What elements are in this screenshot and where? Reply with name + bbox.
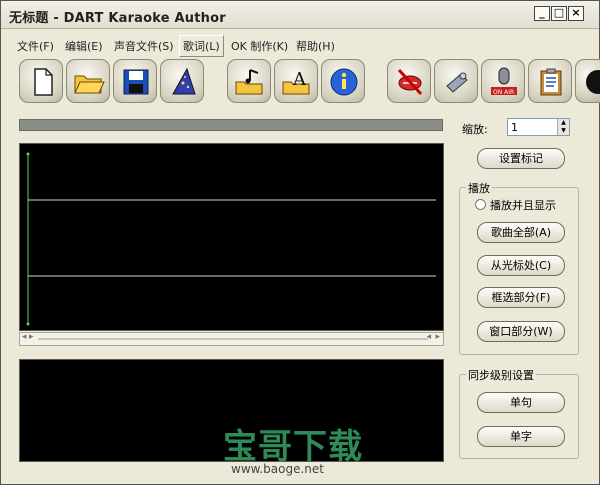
menu-ok-make[interactable]: OK 制作(K)	[231, 38, 288, 54]
save-icon	[123, 69, 149, 95]
menu-bar: 文件(F) 编辑(E) 声音文件(S) 歌词(L) OK 制作(K) 帮助(H)	[1, 34, 599, 57]
info-button[interactable]	[321, 59, 365, 103]
maximize-button[interactable]: □	[551, 6, 567, 21]
menu-edit[interactable]: 编辑(E)	[65, 38, 103, 54]
window-title: 无标题 - DART Karaoke Author	[9, 11, 226, 26]
playback-group: 播放 播放并且显示 歌曲全部(A) 从光标处(C) 框选部分(F) 窗口部分(W…	[459, 180, 579, 355]
open-music-folder-icon	[235, 69, 263, 95]
single-line-button[interactable]: 单句	[477, 392, 565, 413]
new-file-button[interactable]	[19, 59, 63, 103]
new-file-icon	[34, 68, 53, 96]
cursor-marker-bottom	[26, 322, 30, 326]
play-and-show-radio[interactable]	[475, 199, 486, 210]
info-icon	[330, 68, 358, 96]
scroll-right-end-icon[interactable]: ▸	[435, 332, 440, 342]
sync-level-group-label: 同步级别设置	[466, 367, 536, 383]
waveform-canvas	[26, 152, 436, 326]
svg-text:ON AIR: ON AIR	[493, 89, 514, 96]
play-window-part-button[interactable]: 窗口部分(W)	[477, 321, 565, 342]
play-from-cursor-button[interactable]: 从光标处(C)	[477, 255, 565, 276]
waveform-view[interactable]	[19, 143, 444, 331]
on-air-button[interactable]: ON AIR	[481, 59, 525, 103]
position-bar[interactable]	[19, 119, 443, 131]
spin-down-icon[interactable]: ▼	[557, 127, 569, 135]
close-button[interactable]: ×	[568, 6, 584, 21]
open-font-button[interactable]: A	[274, 59, 318, 103]
set-marker-button[interactable]: 设置标记	[477, 148, 565, 169]
wizard-button[interactable]	[160, 59, 204, 103]
play-whole-song-button[interactable]: 歌曲全部(A)	[477, 222, 565, 243]
on-air-mic-icon: ON AIR	[491, 67, 517, 96]
mute-button[interactable]	[387, 59, 431, 103]
save-button[interactable]	[113, 59, 157, 103]
open-folder-icon	[74, 75, 105, 94]
open-font-folder-icon: A	[282, 69, 310, 95]
menu-help[interactable]: 帮助(H)	[296, 38, 335, 54]
title-bar[interactable]: 无标题 - DART Karaoke Author _ □ ×	[1, 1, 599, 29]
minimize-button[interactable]: _	[534, 6, 550, 21]
horizontal-scrollbar[interactable]: ◂ ▸ ◂ ▸	[19, 332, 444, 346]
toolbar: A ON AIR	[1, 59, 600, 111]
play-selection-button[interactable]: 框选部分(F)	[477, 287, 565, 308]
scroll-track[interactable]	[38, 338, 428, 340]
cursor-marker-top	[26, 152, 30, 156]
watermark-brand: 宝哥下载	[223, 427, 363, 467]
play-and-show-label[interactable]: 播放并且显示	[490, 197, 556, 213]
zoom-value[interactable]: 1	[511, 121, 518, 134]
clipboard-button[interactable]	[528, 59, 572, 103]
single-char-button[interactable]: 单字	[477, 426, 565, 447]
mixer-button[interactable]	[434, 59, 478, 103]
sync-level-group: 同步级别设置 单句 单字	[459, 367, 579, 459]
svg-text:A: A	[292, 69, 307, 90]
watermark-url: www.baoge.net	[231, 462, 324, 476]
open-music-button[interactable]	[227, 59, 271, 103]
wizard-hat-icon	[172, 67, 196, 95]
menu-sound-file[interactable]: 声音文件(S)	[114, 38, 174, 54]
zoom-label: 缩放:	[462, 123, 488, 136]
clipboard-icon	[540, 68, 562, 96]
zoom-spinner[interactable]: 1 ▲ ▼	[507, 118, 570, 136]
menu-lyrics[interactable]: 歌词(L)	[179, 35, 224, 57]
mute-icon	[397, 68, 423, 96]
record-button[interactable]	[575, 59, 600, 103]
record-icon	[586, 70, 600, 94]
playback-group-label: 播放	[466, 180, 492, 196]
scroll-right-icon[interactable]: ▸	[29, 332, 34, 342]
mixer-icon	[446, 72, 468, 93]
scroll-left-end-icon[interactable]: ◂	[426, 332, 431, 342]
app-window: 无标题 - DART Karaoke Author _ □ × 文件(F) 编辑…	[0, 0, 600, 485]
menu-file[interactable]: 文件(F)	[17, 38, 54, 54]
scroll-left-icon[interactable]: ◂	[22, 332, 27, 342]
spin-up-icon[interactable]: ▲	[557, 119, 569, 127]
open-button[interactable]	[66, 59, 110, 103]
